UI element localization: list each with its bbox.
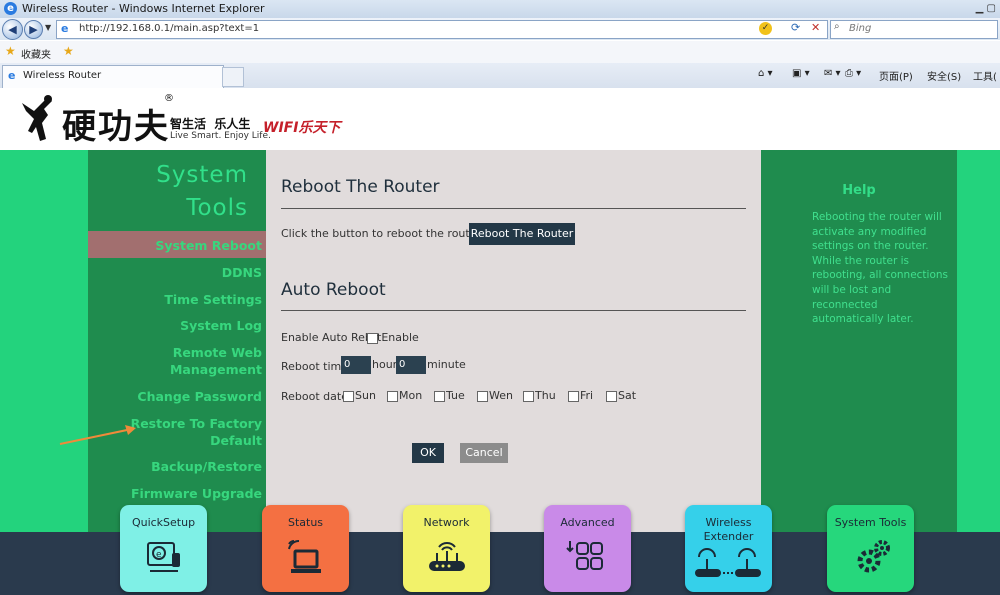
reboot-router-button[interactable]: Reboot The Router: [469, 223, 575, 245]
minute-label: minute: [427, 358, 466, 371]
tagline-en: Live Smart. Enjoy Life.: [170, 131, 271, 141]
tile-status[interactable]: Status: [262, 505, 349, 592]
extender-icon: [695, 548, 761, 577]
print-icon[interactable]: ⎙ ▾: [845, 68, 861, 79]
sidebar-item-system-log[interactable]: System Log: [88, 317, 262, 334]
back-button[interactable]: ◀: [2, 19, 23, 40]
tile-system-tools[interactable]: System Tools: [827, 505, 914, 592]
cancel-button[interactable]: Cancel: [460, 443, 508, 463]
day-checkbox-fri[interactable]: [568, 391, 579, 402]
reboot-hour-input[interactable]: 0: [341, 356, 371, 374]
sidebar-item-system-reboot[interactable]: System Reboot: [88, 237, 262, 254]
tile-advanced[interactable]: Advanced: [544, 505, 631, 592]
help-text: Rebooting the router will activate any m…: [812, 211, 949, 326]
day-label-sat: Sat: [618, 389, 637, 402]
reboot-minute-input[interactable]: 0: [396, 356, 426, 374]
new-tab-button[interactable]: [222, 67, 244, 87]
sidebar-item-time-settings[interactable]: Time Settings: [88, 291, 262, 308]
day-checkbox-tue[interactable]: [434, 391, 445, 402]
sidebar-item-change-password[interactable]: Change Password: [88, 388, 262, 405]
hour-label: hour: [372, 358, 398, 371]
stop-icon[interactable]: ✕: [811, 21, 820, 34]
address-input[interactable]: e http://192.168.0.1/main.asp?text=1 ✓ ⟳…: [56, 20, 828, 39]
enable-auto-reboot-label: Enable Auto Rebo: [281, 331, 379, 344]
reboot-section-title: Reboot The Router: [281, 177, 440, 197]
day-label-fri: Fri: [580, 389, 594, 402]
compat-icon[interactable]: ✓: [759, 22, 772, 35]
add-favorite-icon[interactable]: ★: [63, 44, 74, 58]
refresh-icon[interactable]: ⟳: [791, 21, 800, 34]
safety-menu[interactable]: 安全(S): [927, 68, 961, 83]
laptop-wifi-icon: [288, 539, 321, 573]
tile-wireless-extender[interactable]: Wireless Extender: [685, 505, 772, 592]
help-title: Help: [842, 183, 876, 198]
tile-wireless-extender-line2: Extender: [703, 530, 754, 543]
sidebar-menu: System Reboot DDNS Time Settings System …: [88, 150, 266, 532]
tile-network[interactable]: Network: [403, 505, 490, 592]
search-placeholder: Bing: [849, 23, 872, 34]
enable-option-label: tEnable: [377, 331, 419, 344]
ok-button[interactable]: OK: [412, 443, 444, 463]
day-label-wen: Wen: [489, 389, 513, 402]
logo-text: 硬功夫: [62, 107, 170, 147]
router-icon: [429, 542, 465, 571]
tab-wireless-router[interactable]: e Wireless Router: [2, 65, 224, 88]
reboot-prompt: Click the button to reboot the router:: [281, 227, 485, 240]
window-titlebar: e Wireless Router - Windows Internet Exp…: [0, 0, 1000, 19]
day-label-sun: Sun: [355, 389, 376, 402]
star-icon[interactable]: ★: [5, 44, 16, 58]
home-icon[interactable]: ⌂ ▾: [758, 68, 773, 79]
brand-logo: 硬功夫 ® 智生活 乐人生 Live Smart. Enjoy Life. WI…: [18, 93, 348, 147]
help-panel: [761, 150, 957, 532]
quicksetup-icon: e: [147, 542, 180, 572]
tagline-cn: 智生活 乐人生: [170, 117, 251, 131]
sidebar-item-ddns[interactable]: DDNS: [88, 264, 262, 281]
grid-icon: [566, 541, 603, 570]
page-menu[interactable]: 页面(P): [879, 68, 913, 83]
reboot-date-label: Reboot date: [281, 390, 348, 403]
reboot-time-label: Reboot time: [281, 360, 349, 373]
registered-mark: ®: [164, 93, 174, 104]
mail-icon[interactable]: ✉ ▾: [824, 68, 841, 79]
forward-button[interactable]: ▶: [24, 20, 43, 39]
page-icon: e: [61, 22, 69, 35]
wifi-slogan: WIFI乐天下: [263, 120, 341, 136]
ie-logo-icon: e: [4, 2, 17, 15]
auto-reboot-section-title: Auto Reboot: [281, 280, 386, 300]
feeds-icon[interactable]: ▣ ▾: [792, 68, 810, 79]
day-checkbox-wen[interactable]: [477, 391, 488, 402]
favorites-bar: ★ 收藏夹 ★: [0, 41, 1000, 64]
window-title: Wireless Router - Windows Internet Explo…: [22, 2, 265, 15]
kungfu-figure-icon: [22, 95, 52, 141]
sidebar-item-firmware-upgrade[interactable]: Firmware Upgrade: [88, 485, 262, 502]
day-checkbox-sun[interactable]: [343, 391, 354, 402]
tab-title: Wireless Router: [23, 70, 102, 81]
day-label-thu: Thu: [535, 389, 556, 402]
tile-wireless-extender-line1: Wireless: [705, 516, 752, 529]
reboot-divider: [281, 208, 746, 209]
search-icon: ⌕: [834, 21, 840, 32]
day-checkbox-mon[interactable]: [387, 391, 398, 402]
tile-quicksetup[interactable]: QuickSetup e: [120, 505, 207, 592]
url-text: http://192.168.0.1/main.asp?text=1: [79, 23, 260, 34]
search-input[interactable]: ⌕ Bing: [830, 20, 998, 39]
sidebar-item-remote-web-management[interactable]: Remote Web Management: [88, 344, 262, 378]
favorites-button[interactable]: 收藏夹: [21, 46, 51, 61]
day-checkbox-sat[interactable]: [606, 391, 617, 402]
auto-reboot-divider: [281, 310, 746, 311]
svg-text:e: e: [156, 550, 162, 560]
history-dropdown-icon[interactable]: ▼: [45, 23, 51, 32]
tools-menu[interactable]: 工具(: [973, 68, 997, 83]
tab-ie-icon: e: [8, 69, 16, 82]
day-checkbox-thu[interactable]: [523, 391, 534, 402]
gears-icon: [857, 540, 890, 573]
day-label-tue: Tue: [446, 389, 465, 402]
window-controls[interactable]: ▁ ▢: [976, 3, 996, 14]
day-label-mon: Mon: [399, 389, 423, 402]
annotation-arrow-icon: [59, 425, 136, 445]
sidebar-item-backup-restore[interactable]: Backup/Restore: [88, 458, 262, 475]
